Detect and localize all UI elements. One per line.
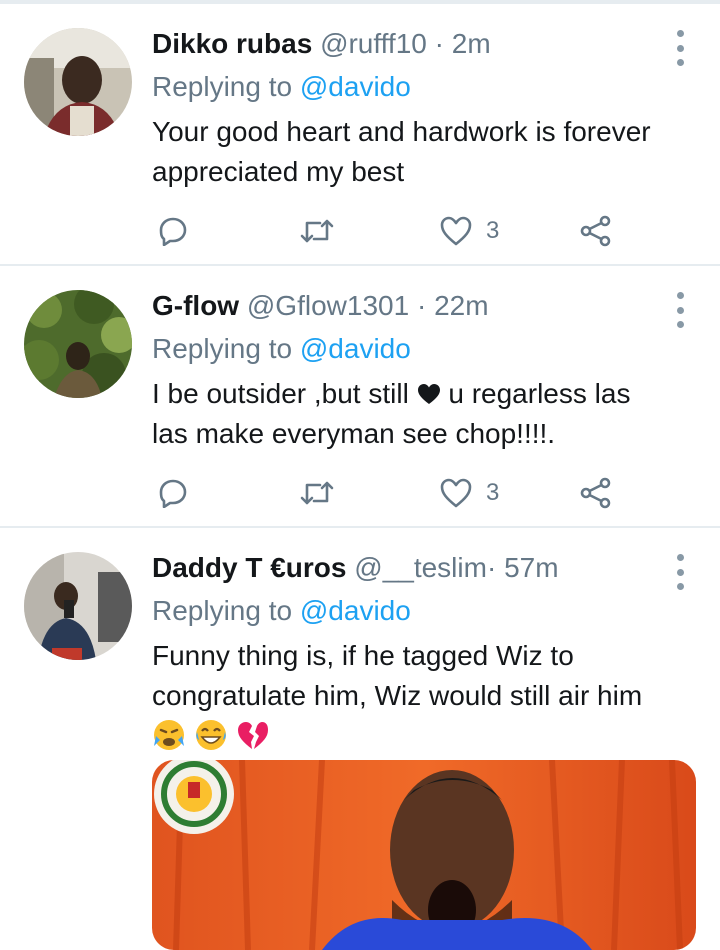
display-name[interactable]: Dikko rubas [152, 28, 312, 59]
reply-button[interactable] [158, 471, 188, 515]
reply-button[interactable] [158, 209, 188, 253]
separator: · [416, 290, 427, 321]
laughing-tears-emoji [195, 720, 226, 750]
tweet-media-image[interactable] [152, 760, 696, 950]
tweet-text: Funny thing is, if he tagged Wiz to cong… [152, 636, 697, 754]
user-handle[interactable]: @rufff10 [320, 28, 427, 59]
replying-to: Replying to @davido [152, 591, 411, 631]
retweet-icon [300, 481, 334, 505]
like-button[interactable]: 3 [440, 471, 499, 515]
user-handle[interactable]: @Gflow1301 [247, 290, 409, 321]
tweet-text-line: Funny thing is, if he tagged Wiz to [152, 640, 574, 671]
tweet-actions: 3 [152, 209, 632, 253]
heart-icon [440, 216, 472, 246]
separator: · [486, 552, 497, 583]
share-icon [580, 477, 611, 509]
like-count: 3 [486, 479, 500, 506]
avatar[interactable] [24, 290, 132, 398]
more-vertical-icon[interactable] [668, 554, 692, 590]
replying-prefix: Replying to [152, 333, 300, 364]
tweet-1[interactable]: Dikko rubas @rufff10 · 2m Replying to @d… [0, 4, 720, 266]
tweet-text-line: Your good heart and hardwork is forever [152, 116, 651, 147]
tweet-text: Your good heart and hardwork is forever … [152, 112, 697, 192]
mention-link[interactable]: @davido [300, 595, 411, 626]
tweet-text-line: congratulate him, Wiz would still air hi… [152, 680, 643, 711]
retweet-button[interactable] [300, 209, 334, 253]
share-icon [580, 215, 611, 247]
replying-prefix: Replying to [152, 595, 300, 626]
more-vertical-icon[interactable] [668, 292, 692, 328]
replying-prefix: Replying to [152, 71, 300, 102]
timestamp[interactable]: 22m [434, 290, 488, 321]
timestamp[interactable]: 57m [504, 552, 558, 583]
replying-to: Replying to @davido [152, 67, 411, 107]
tweet-text-line: appreciated my best [152, 156, 405, 187]
retweet-button[interactable] [300, 471, 334, 515]
display-name[interactable]: Daddy T €uros [152, 552, 346, 583]
tweet-text-line: las make everyman see chop!!!!. [152, 418, 556, 449]
display-name[interactable]: G-flow [152, 290, 239, 321]
tweet-text-line: I be outsider ,but still u regarless las [152, 374, 697, 414]
broken-heart-emoji [237, 722, 268, 749]
tweet-2[interactable]: G-flow @Gflow1301 · 22m Replying to @dav… [0, 266, 720, 528]
tweet-text-part: u regarless las [440, 378, 631, 409]
share-button[interactable] [580, 209, 612, 253]
tweet-actions: 3 [152, 471, 632, 515]
tweet-text: I be outsider ,but still u regarless las… [152, 374, 697, 454]
reply-icon [159, 479, 187, 508]
tweet-header: Dikko rubas @rufff10 · 2m [152, 24, 491, 64]
like-button[interactable]: 3 [440, 209, 499, 253]
user-handle[interactable]: @__teslim [354, 552, 487, 583]
mention-link[interactable]: @davido [300, 333, 411, 364]
tweet-header: Daddy T €uros @__teslim· 57m [152, 548, 559, 588]
replying-to: Replying to @davido [152, 329, 411, 369]
emoji-row [152, 718, 697, 754]
share-button[interactable] [580, 471, 612, 515]
more-vertical-icon[interactable] [668, 30, 692, 66]
crying-face-emoji [154, 720, 184, 750]
avatar[interactable] [24, 28, 132, 136]
tweet-text-part: I be outsider ,but still [152, 378, 417, 409]
timestamp[interactable]: 2m [452, 28, 491, 59]
heart-icon [440, 478, 472, 508]
avatar[interactable] [24, 552, 132, 660]
separator: · [434, 28, 444, 59]
tweet-header: G-flow @Gflow1301 · 22m [152, 286, 489, 326]
like-count: 3 [486, 217, 500, 244]
reply-icon [159, 217, 187, 246]
mention-link[interactable]: @davido [300, 71, 411, 102]
tweet-3[interactable]: Daddy T €uros @__teslim· 57m Replying to… [0, 528, 720, 950]
retweet-icon [300, 219, 334, 243]
black-heart-emoji [417, 384, 440, 404]
